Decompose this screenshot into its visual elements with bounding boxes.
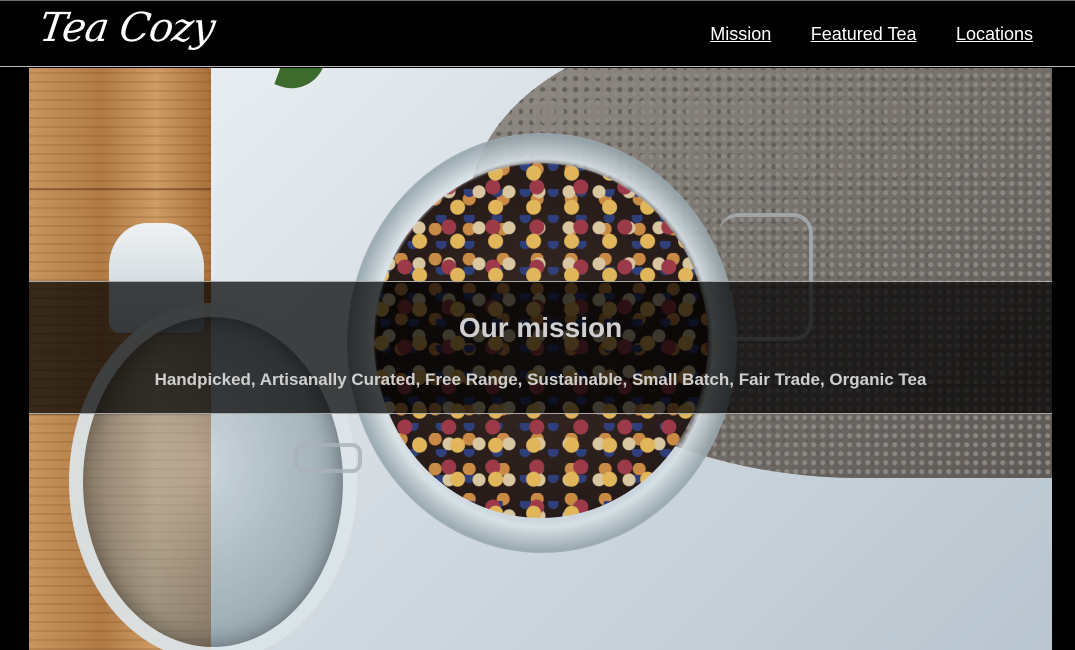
nav-link-locations[interactable]: Locations (956, 24, 1033, 44)
mission-text: Handpicked, Artisanally Curated, Free Ra… (154, 370, 927, 389)
main-nav: Mission Featured Tea Locations (675, 24, 1033, 45)
site-logo[interactable]: Tea Cozy (37, 5, 218, 51)
site-header: Tea Cozy Mission Featured Tea Locations (0, 0, 1075, 67)
mission-banner: Our mission Handpicked, Artisanally Cura… (29, 281, 1052, 414)
nav-link-mission[interactable]: Mission (710, 24, 771, 44)
jar-hinge (294, 443, 362, 473)
nav-link-featured-tea[interactable]: Featured Tea (811, 24, 917, 44)
mission-title: Our mission (458, 312, 623, 343)
